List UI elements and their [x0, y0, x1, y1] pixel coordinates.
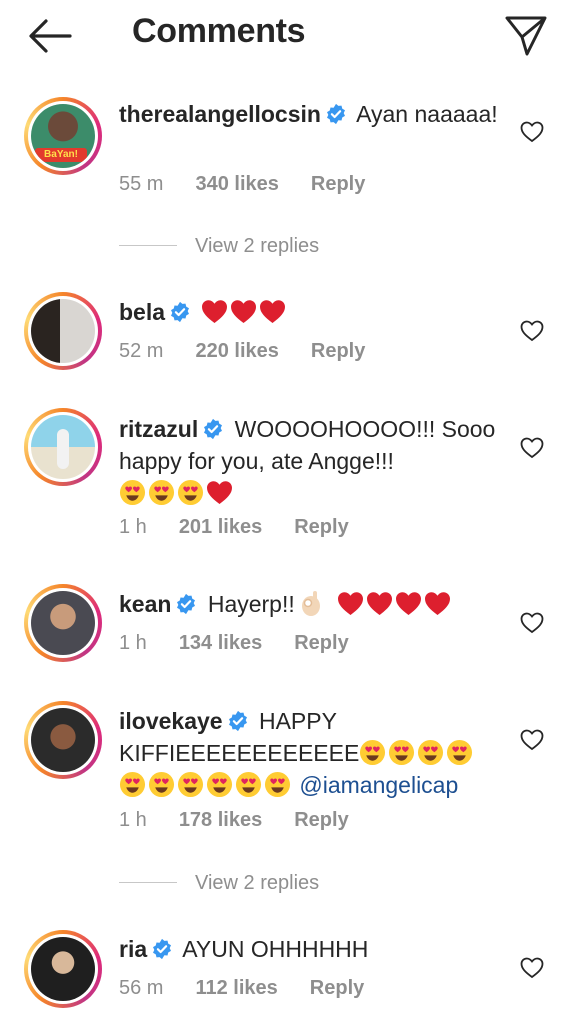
heart-eyes-icon [446, 739, 473, 766]
heart-eyes-icon [206, 771, 233, 798]
timestamp: 1 h [119, 632, 147, 654]
timestamp: 52 m [119, 340, 164, 362]
comment-meta: 1 h 178 likes Reply [119, 809, 381, 832]
heart-eyes-icon [264, 771, 291, 798]
view-replies-label: View 2 replies [195, 235, 320, 257]
heart-eyes-icon [148, 479, 175, 506]
reply-button[interactable]: Reply [294, 632, 348, 654]
view-replies-link[interactable]: View 2 replies [119, 872, 319, 895]
timestamp: 1 h [119, 516, 147, 538]
red-heart-icon [206, 480, 233, 505]
red-heart-icon [366, 591, 393, 616]
likes-count[interactable]: 220 likes [195, 340, 278, 362]
verified-badge-icon [325, 103, 347, 125]
comment-body: AYUN OHHHHHH [182, 936, 369, 962]
avatar[interactable] [24, 701, 102, 779]
red-heart-icon [201, 299, 228, 324]
like-heart-icon[interactable] [520, 728, 544, 752]
comment-meta: 52 m 220 likes Reply [119, 340, 397, 363]
reply-button[interactable]: Reply [310, 977, 364, 999]
comment-meta: 1 h 201 likes Reply [119, 516, 381, 539]
username[interactable]: bela [119, 299, 165, 325]
comment-body: Ayan naaaaa! [356, 101, 498, 127]
heart-eyes-icon [177, 479, 204, 506]
header-bar: Comments [0, 0, 583, 72]
username[interactable]: ilovekaye [119, 708, 223, 734]
comment-meta: 55 m 340 likes Reply [119, 173, 397, 196]
heart-eyes-icon [388, 739, 415, 766]
avatar[interactable] [24, 584, 102, 662]
like-heart-icon[interactable] [520, 319, 544, 343]
comment-text: ria AYUN OHHHHHH [119, 933, 499, 965]
timestamp: 56 m [119, 977, 164, 999]
divider-line [119, 245, 177, 246]
verified-badge-icon [151, 938, 173, 960]
avatar[interactable] [24, 930, 102, 1008]
username[interactable]: ria [119, 936, 147, 962]
divider-line [119, 882, 177, 883]
timestamp: 1 h [119, 809, 147, 831]
red-heart-icon [395, 591, 422, 616]
verified-badge-icon [202, 418, 224, 440]
reply-button[interactable]: Reply [294, 516, 348, 538]
verified-badge-icon [169, 301, 191, 323]
like-heart-icon[interactable] [520, 611, 544, 635]
comment-text: ritzazul WOOOOHOOOO!!! Sooo happy for yo… [119, 413, 514, 509]
red-heart-icon [230, 299, 257, 324]
avatar-badge: BaYan! [35, 148, 87, 162]
heart-eyes-icon [359, 739, 386, 766]
verified-badge-icon [175, 593, 197, 615]
verified-badge-icon [227, 710, 249, 732]
likes-count[interactable]: 201 likes [179, 516, 262, 538]
likes-count[interactable]: 340 likes [195, 173, 278, 195]
view-replies-label: View 2 replies [195, 872, 320, 894]
comment-text: ilovekaye HAPPY KIFFIEEEEEEEEEEEE @iaman… [119, 705, 514, 801]
mention-link[interactable]: @iamangelicap [299, 772, 458, 798]
page-title: Comments [132, 12, 306, 50]
back-arrow-icon[interactable] [26, 16, 74, 56]
share-direct-icon[interactable] [502, 14, 550, 58]
avatar[interactable]: BaYan! [24, 97, 102, 175]
heart-eyes-icon [119, 771, 146, 798]
reply-button[interactable]: Reply [311, 173, 365, 195]
comment-body: Hayerp!! [207, 591, 295, 617]
red-heart-icon [424, 591, 451, 616]
likes-count[interactable]: 178 likes [179, 809, 262, 831]
avatar[interactable] [24, 408, 102, 486]
username[interactable]: kean [119, 591, 171, 617]
comment-text: kean Hayerp!! [119, 588, 499, 620]
heart-eyes-icon [177, 771, 204, 798]
username[interactable]: ritzazul [119, 416, 198, 442]
like-heart-icon[interactable] [520, 120, 544, 144]
reply-button[interactable]: Reply [311, 340, 365, 362]
comment-text: therealangellocsin Ayan naaaaa! [119, 98, 499, 130]
like-heart-icon[interactable] [520, 956, 544, 980]
comment-text: bela [119, 296, 499, 328]
timestamp: 55 m [119, 173, 164, 195]
red-heart-icon [337, 591, 364, 616]
ok-hand-icon [301, 591, 320, 616]
comment-meta: 1 h 134 likes Reply [119, 632, 381, 655]
likes-count[interactable]: 112 likes [195, 977, 277, 999]
red-heart-icon [259, 299, 286, 324]
heart-eyes-icon [119, 479, 146, 506]
username[interactable]: therealangellocsin [119, 101, 321, 127]
like-heart-icon[interactable] [520, 436, 544, 460]
reply-button[interactable]: Reply [294, 809, 348, 831]
view-replies-link[interactable]: View 2 replies [119, 235, 319, 258]
comment-meta: 56 m 112 likes Reply [119, 977, 396, 1000]
likes-count[interactable]: 134 likes [179, 632, 262, 654]
heart-eyes-icon [235, 771, 262, 798]
avatar[interactable] [24, 292, 102, 370]
heart-eyes-icon [148, 771, 175, 798]
heart-eyes-icon [417, 739, 444, 766]
